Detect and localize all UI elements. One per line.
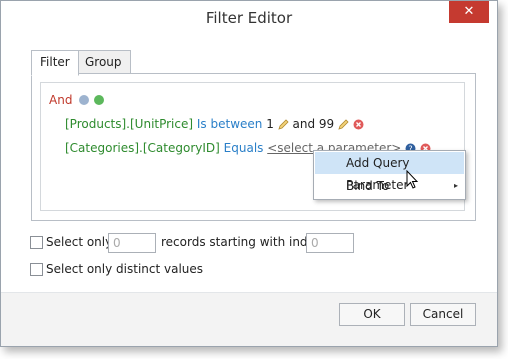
- title-bar: Filter Editor ✕: [1, 1, 497, 37]
- submenu-arrow-icon: ▸: [453, 181, 458, 190]
- menu-item-label: Bind To: [346, 179, 390, 193]
- edit-pencil-icon[interactable]: [278, 119, 289, 130]
- group-row: And: [49, 93, 105, 107]
- edit-pencil-icon[interactable]: [338, 119, 349, 130]
- select-only-count-input[interactable]: 0: [108, 233, 156, 253]
- close-icon: ✕: [463, 4, 475, 19]
- parameter-context-menu: Add Query Parameter Bind To ▸: [313, 150, 466, 200]
- group-operator[interactable]: And: [49, 93, 72, 107]
- condition-connector: and: [292, 117, 316, 131]
- condition-operator[interactable]: Is between: [197, 117, 263, 131]
- distinct-values-checkbox[interactable]: [30, 263, 43, 276]
- add-condition-icon[interactable]: [94, 95, 105, 105]
- mouse-cursor-icon: [406, 170, 419, 189]
- cancel-button[interactable]: Cancel: [410, 303, 476, 326]
- condition-value-from[interactable]: 1: [266, 117, 274, 131]
- remove-condition-icon[interactable]: [353, 119, 364, 130]
- distinct-values-label: Select only distinct values: [46, 262, 204, 276]
- close-button[interactable]: ✕: [449, 1, 489, 23]
- dialog-title: Filter Editor: [205, 9, 293, 27]
- menu-item-bind-to[interactable]: Bind To ▸: [315, 175, 464, 197]
- condition-row: [Products].[UnitPrice] Is between 1 and …: [65, 117, 364, 131]
- select-only-checkbox[interactable]: [30, 236, 43, 249]
- condition-value-to[interactable]: 99: [319, 117, 334, 131]
- tab-group-filter[interactable]: Group Filter: [76, 50, 131, 92]
- ok-button[interactable]: OK: [339, 303, 405, 326]
- select-only-label: Select only: [46, 235, 113, 249]
- records-label: records starting with index: [161, 235, 322, 249]
- condition-field[interactable]: [Categories].[CategoryID]: [65, 141, 220, 155]
- tab-filter[interactable]: Filter: [31, 50, 79, 76]
- condition-field[interactable]: [Products].[UnitPrice]: [65, 117, 193, 131]
- menu-item-add-query-parameter[interactable]: Add Query Parameter: [315, 152, 464, 192]
- condition-operator[interactable]: Equals: [224, 141, 264, 155]
- group-options-icon[interactable]: [79, 95, 90, 105]
- start-index-input[interactable]: 0: [306, 233, 354, 253]
